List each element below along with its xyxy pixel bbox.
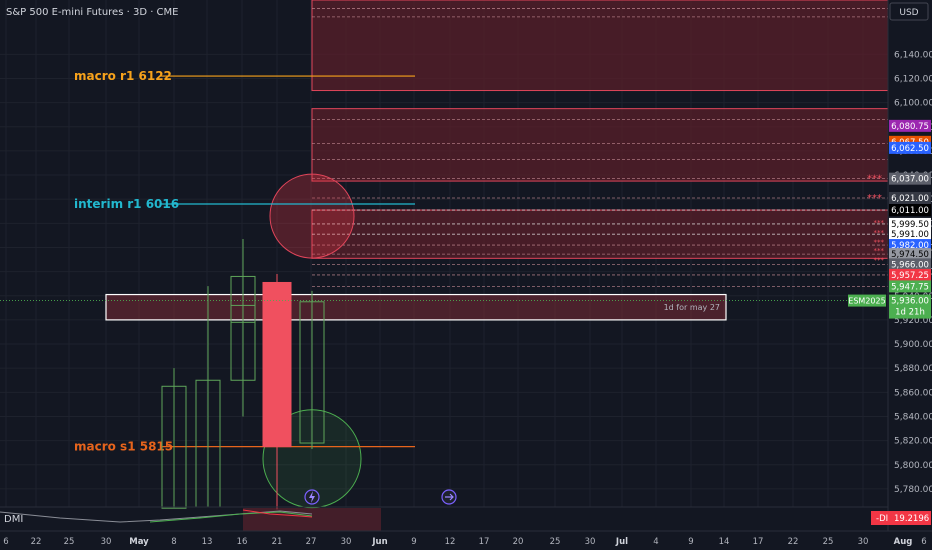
date-tick-label: Aug [894, 537, 913, 547]
date-tick-label: 13 [202, 537, 213, 547]
date-tick-label: 16 [237, 537, 248, 547]
resistance-circle [269, 173, 355, 259]
star-marker: *** [874, 238, 885, 246]
star-marker: *** [867, 174, 882, 185]
star-marker: *** [874, 219, 885, 227]
date-tick-label: 30 [101, 537, 112, 547]
symbol-title: S&P 500 E-mini Futures · 3D · CME [6, 7, 178, 18]
date-tick-label: 25 [64, 537, 75, 547]
price-badge-label: 6,037.00 [891, 175, 929, 185]
date-tick-label: 6 [3, 537, 8, 547]
currency-label: USD [899, 8, 918, 18]
price-badge-label: 6,080.75 [891, 122, 929, 132]
symbol-tag: ESM2025 [848, 297, 885, 306]
countdown-label: 1d 21h [895, 308, 925, 318]
forward-arrow-icon[interactable] [441, 489, 457, 505]
price-tick-label: 5,880.00 [894, 364, 932, 374]
indicator-highlight-area [243, 508, 381, 531]
currency-button[interactable]: USD [889, 2, 929, 21]
candle-body [262, 281, 292, 448]
level-label: macro s1 5815 [74, 440, 173, 454]
price-badge-label: 5,957.25 [891, 271, 929, 281]
indicator-name: DMI [4, 514, 23, 525]
date-tick-label: 9 [411, 537, 416, 547]
date-tick-label: 6 [921, 537, 926, 547]
price-badges: 6,080.756,067.506,062.506,037.006,021.00… [889, 119, 931, 293]
price-tick-label: 6,120.00 [894, 74, 932, 84]
resistance-zone [311, 0, 889, 92]
minus-di-label: -DI [876, 514, 888, 524]
price-tick-label: 5,860.00 [894, 388, 932, 398]
date-tick-label: 30 [858, 537, 869, 547]
price-tick-label: 5,900.00 [894, 340, 932, 350]
minus-di-value: 19.2196 [894, 514, 929, 524]
date-tick-label: 8 [171, 537, 176, 547]
date-tick-label: 4 [653, 537, 658, 547]
current-price-label: 5,936.00 [891, 297, 929, 307]
date-tick-label: Jul [615, 537, 628, 547]
date-tick-label: 14 [719, 537, 730, 547]
price-badge-label: 5,991.00 [891, 230, 929, 240]
price-badge-label: 6,021.00 [891, 194, 929, 204]
date-tick-label: 20 [513, 537, 524, 547]
price-tick-label: 5,780.00 [894, 485, 932, 495]
star-marker: *** [874, 257, 885, 265]
date-tick-label: 27 [306, 537, 317, 547]
date-tick-label: 25 [823, 537, 834, 547]
zone-note: 1d for may 27 [664, 303, 720, 312]
date-tick-label: 12 [445, 537, 456, 547]
star-marker: *** [874, 229, 885, 237]
chart-canvas[interactable]: 1d for may 27 macro r1 6122 interim r1 60… [0, 0, 932, 550]
date-tick-label: 22 [788, 537, 799, 547]
price-tick-label: 5,820.00 [894, 437, 932, 447]
date-tick-label: 30 [585, 537, 596, 547]
date-tick-label: 25 [550, 537, 561, 547]
price-tick-label: 5,840.00 [894, 412, 932, 422]
date-tick-label: May [129, 537, 149, 547]
date-tick-label: 30 [341, 537, 352, 547]
price-tick-label: 5,800.00 [894, 461, 932, 471]
price-tick-label: 6,100.00 [894, 99, 932, 109]
price-badge-label: 6,011.00 [891, 206, 929, 216]
level-label: interim r1 6016 [74, 197, 179, 211]
star-marker: *** [867, 193, 882, 204]
star-marker: *** [874, 247, 885, 255]
level-label: macro r1 6122 [74, 69, 172, 83]
highlight-zone [105, 293, 727, 321]
date-tick-label: Jun [371, 537, 387, 547]
date-tick-label: 21 [272, 537, 283, 547]
price-badge-label: 6,062.50 [891, 144, 929, 154]
price-badge-label: 5,947.75 [891, 282, 929, 292]
date-tick-label: 17 [753, 537, 764, 547]
date-tick-label: 22 [31, 537, 42, 547]
lightning-icon[interactable] [304, 489, 320, 505]
minus-di-badge: -DI 19.2196 [871, 511, 931, 525]
date-tick-label: 9 [688, 537, 693, 547]
price-tick-label: 6,140.00 [894, 50, 932, 60]
price-badge-label: 5,966.00 [891, 260, 929, 270]
date-tick-label: 17 [479, 537, 490, 547]
